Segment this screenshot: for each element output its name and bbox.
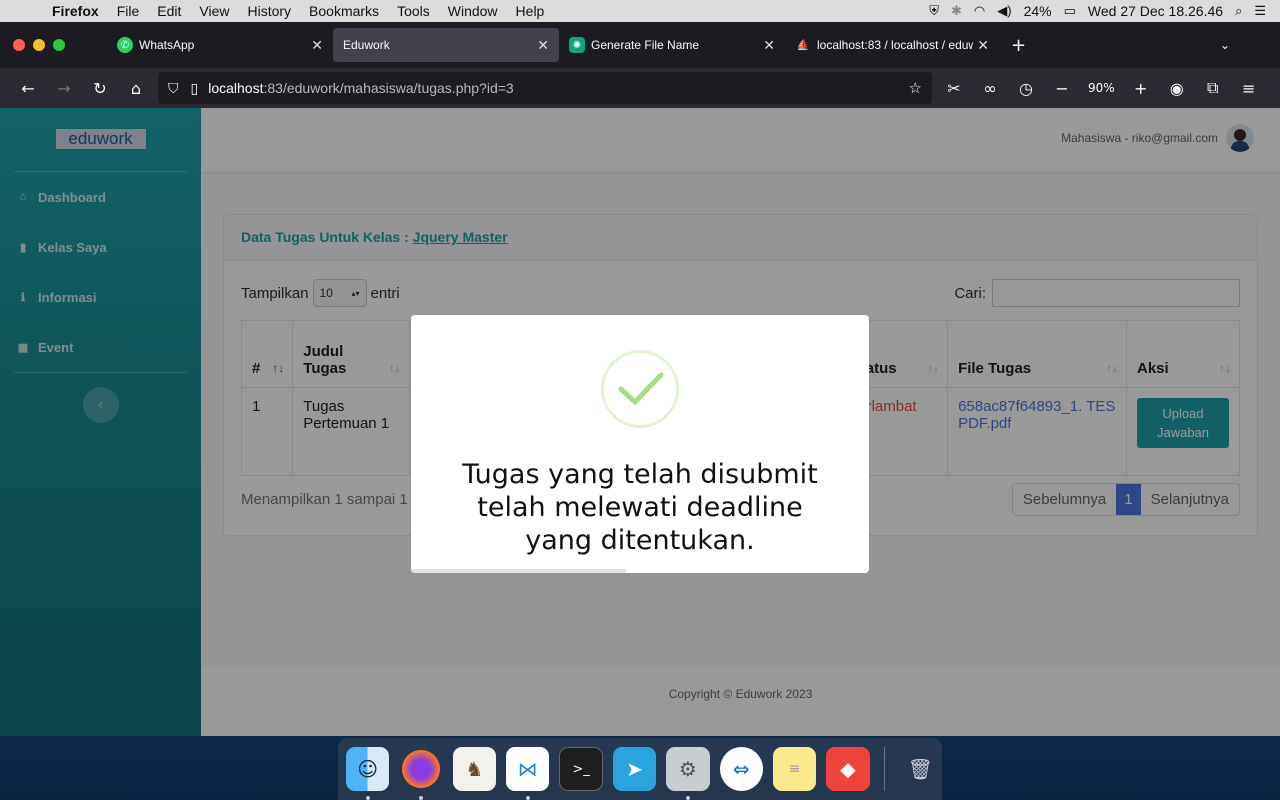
zoom-out-icon[interactable]: − xyxy=(1044,79,1080,98)
menu-help[interactable]: Help xyxy=(507,3,554,19)
macos-menubar: Firefox File Edit View History Bookmarks… xyxy=(0,0,1280,22)
wifi-icon[interactable]: ◠ xyxy=(974,3,985,19)
bluetooth-icon[interactable]: ✱ xyxy=(951,3,962,19)
menubar-clock[interactable]: Wed 27 Dec 18.26.46 xyxy=(1088,3,1223,19)
tracking-shield-icon[interactable]: ⛉ xyxy=(168,80,179,97)
modal-title: Tugas yang telah disubmit telah melewati… xyxy=(462,459,818,556)
hamburger-menu-icon[interactable]: ≡ xyxy=(1231,79,1267,98)
page-info-icon[interactable]: ▯ xyxy=(191,80,199,97)
running-indicator xyxy=(419,796,424,800)
new-tab-icon[interactable]: + xyxy=(1011,35,1026,56)
tab-eduwork[interactable]: Eduwork ✕ xyxy=(333,28,559,62)
menu-edit[interactable]: Edit xyxy=(148,3,190,19)
dock-notes-icon[interactable]: ≡ xyxy=(772,747,817,791)
home-icon[interactable]: ⌂ xyxy=(118,79,154,98)
minimize-window-button[interactable] xyxy=(33,39,45,51)
url-path: :83/eduwork/mahasiswa/tugas.php?id=3 xyxy=(263,80,514,96)
menu-bookmarks[interactable]: Bookmarks xyxy=(300,3,388,19)
dock-telegram-icon[interactable]: ➤ xyxy=(612,747,657,791)
forward-icon[interactable]: → xyxy=(46,79,82,98)
tab-label: Generate File Name xyxy=(591,38,700,52)
chatgpt-icon: ✺ xyxy=(569,37,585,53)
vpn-icon[interactable]: ⛨ xyxy=(929,3,939,19)
url-host: localhost xyxy=(208,80,264,96)
history-icon[interactable]: ◷ xyxy=(1008,79,1044,98)
dock-anydesk-icon[interactable]: ◆ xyxy=(826,747,870,791)
tab-phpmyadmin[interactable]: ⛵ localhost:83 / localhost / eduwo ✕ xyxy=(785,28,999,62)
web-page: eduwork ⌂ Dashboard ▮ Kelas Saya ℹ Infor… xyxy=(0,108,1280,736)
close-tab-icon[interactable]: ✕ xyxy=(763,37,775,54)
private-mask-icon[interactable]: ∞ xyxy=(972,79,1008,98)
window-controls xyxy=(13,39,65,51)
navigation-toolbar: ← → ↻ ⌂ ⛉ ▯ localhost :83/eduwork/mahasi… xyxy=(0,68,1280,108)
tab-label: localhost:83 / localhost / eduwo xyxy=(817,38,974,52)
tab-label: WhatsApp xyxy=(139,38,195,52)
close-tab-icon[interactable]: ✕ xyxy=(977,37,989,54)
reload-icon[interactable]: ↻ xyxy=(82,79,118,98)
spotlight-search-icon[interactable]: ⌕ xyxy=(1235,3,1242,19)
menu-tools[interactable]: Tools xyxy=(388,3,439,19)
running-indicator xyxy=(686,796,691,800)
running-indicator xyxy=(526,796,531,800)
menu-view[interactable]: View xyxy=(190,3,238,19)
dock-firefox-icon[interactable] xyxy=(399,747,443,800)
zoom-level[interactable]: 90% xyxy=(1080,81,1123,95)
zoom-in-icon[interactable]: + xyxy=(1123,79,1159,98)
tab-strip: ✆ WhatsApp ✕ Eduwork ✕ ✺ Generate File N… xyxy=(0,22,1280,68)
dock-trash-icon[interactable]: 🗑 xyxy=(899,747,942,791)
dock-vscode-icon[interactable]: ⋈ xyxy=(506,747,550,800)
extensions-icon[interactable]: ⧉ xyxy=(1195,78,1231,98)
menu-window[interactable]: Window xyxy=(439,3,507,19)
close-tab-icon[interactable]: ✕ xyxy=(537,37,549,54)
macos-dock: ☺ ♞ ⋈ >_ ➤ ⚙ ⇔ ≡ ◆ 🗑 xyxy=(338,738,942,800)
close-tab-icon[interactable]: ✕ xyxy=(311,37,323,54)
account-icon[interactable]: ◉ xyxy=(1159,79,1195,98)
menu-history[interactable]: History xyxy=(238,3,300,19)
alert-modal: Tugas yang telah disubmit telah melewati… xyxy=(411,315,869,573)
menu-file[interactable]: File xyxy=(108,3,149,19)
back-icon[interactable]: ← xyxy=(10,79,46,98)
success-check-icon xyxy=(601,350,679,428)
running-indicator xyxy=(366,796,370,800)
dock-finder-icon[interactable]: ☺ xyxy=(346,747,390,800)
list-all-tabs-icon[interactable]: ⌄ xyxy=(1220,38,1230,52)
battery-percent: 24% xyxy=(1023,3,1052,19)
address-bar[interactable]: ⛉ ▯ localhost :83/eduwork/mahasiswa/tuga… xyxy=(158,72,932,104)
firefox-window: ✆ WhatsApp ✕ Eduwork ✕ ✺ Generate File N… xyxy=(0,22,1280,736)
dock-terminal-icon[interactable]: >_ xyxy=(559,747,603,791)
tab-generate-file-name[interactable]: ✺ Generate File Name ✕ xyxy=(559,28,785,62)
screenshot-icon[interactable]: ✂ xyxy=(936,79,972,98)
dock-teamviewer-icon[interactable]: ⇔ xyxy=(719,747,763,791)
battery-icon[interactable]: ▭ xyxy=(1064,3,1076,19)
volume-icon[interactable]: ◀) xyxy=(997,3,1011,19)
tab-whatsapp[interactable]: ✆ WhatsApp ✕ xyxy=(107,28,333,62)
control-center-icon[interactable]: ☰ xyxy=(1254,3,1266,19)
tab-label: Eduwork xyxy=(343,38,390,52)
menu-app-firefox[interactable]: Firefox xyxy=(38,3,108,19)
zoom-window-button[interactable] xyxy=(53,39,65,51)
modal-timer-progress xyxy=(411,569,627,573)
phpmyadmin-icon: ⛵ xyxy=(796,39,810,51)
bookmark-star-icon[interactable]: ☆ xyxy=(909,79,922,97)
close-window-button[interactable] xyxy=(13,39,25,51)
dock-system-preferences-icon[interactable]: ⚙ xyxy=(666,747,710,800)
whatsapp-icon: ✆ xyxy=(117,37,133,53)
dock-sequel-ace-icon[interactable]: ♞ xyxy=(452,747,497,791)
dock-separator xyxy=(883,747,885,791)
